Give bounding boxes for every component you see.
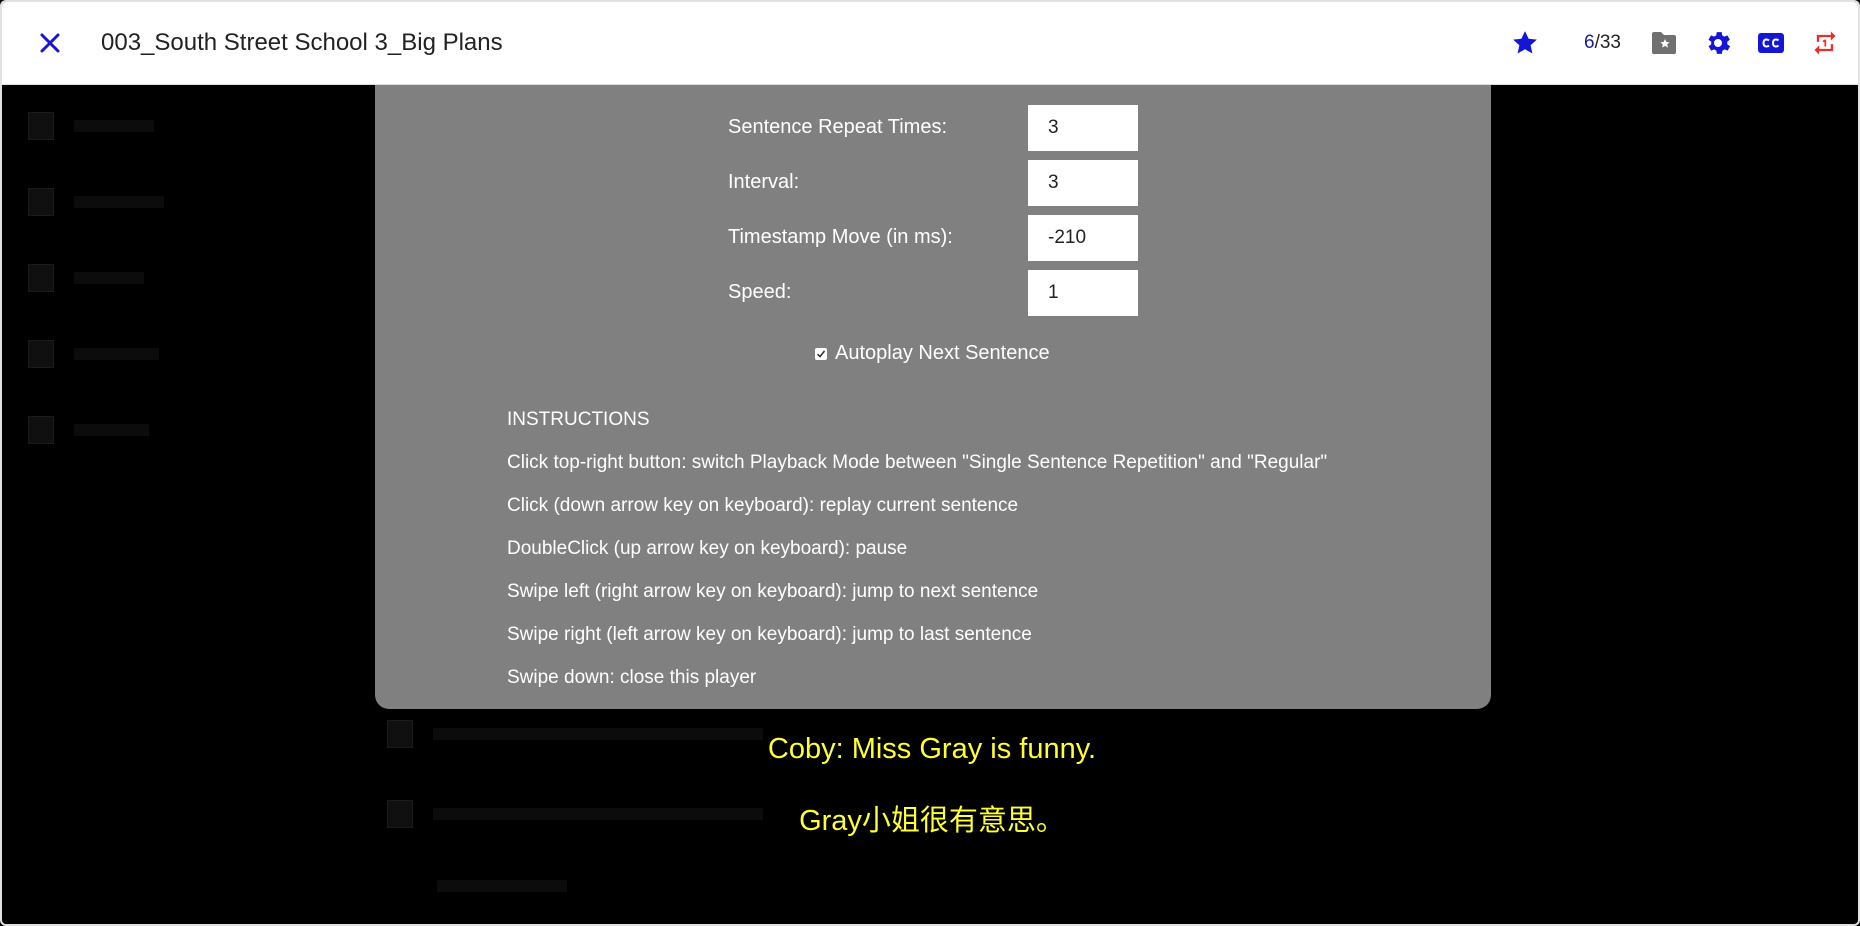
- checkmark-icon: [816, 349, 826, 358]
- settings-button[interactable]: [1701, 26, 1735, 60]
- repeat-times-input[interactable]: [1028, 105, 1138, 151]
- interval-label: Interval:: [728, 171, 800, 193]
- interval-input[interactable]: [1028, 160, 1138, 206]
- close-icon: [40, 33, 60, 53]
- autoplay-toggle[interactable]: Autoplay Next Sentence: [815, 342, 1050, 365]
- top-bar: 003_South Street School 3_Big Plans 6/33: [2, 2, 1858, 85]
- close-button[interactable]: [34, 26, 66, 60]
- lesson-title: 003_South Street School 3_Big Plans: [101, 29, 503, 56]
- subtitles-button[interactable]: [1754, 26, 1788, 60]
- folder-star-icon: [1652, 32, 1676, 54]
- instruction-line: Swipe down: close this player: [507, 667, 757, 688]
- instruction-line: DoubleClick (up arrow key on keyboard): …: [507, 538, 908, 559]
- star-icon: [1513, 31, 1537, 54]
- instruction-line: Swipe left (right arrow key on keyboard)…: [507, 581, 1039, 602]
- timestamp-move-input[interactable]: [1028, 215, 1138, 261]
- counter-current: 6: [1584, 32, 1595, 53]
- closed-caption-icon: [1758, 33, 1784, 53]
- instruction-line: Click top-right button: switch Playback …: [507, 452, 1328, 473]
- autoplay-checkbox[interactable]: [815, 347, 827, 360]
- speed-label: Speed:: [728, 281, 792, 303]
- playback-mode-button[interactable]: [1808, 26, 1842, 60]
- player-window: 003_South Street School 3_Big Plans 6/33: [0, 0, 1860, 926]
- instructions-heading: INSTRUCTIONS: [507, 409, 650, 430]
- favorite-button[interactable]: [1508, 26, 1542, 60]
- instruction-line: Swipe right (left arrow key on keyboard)…: [507, 624, 1032, 645]
- repeat-times-label: Sentence Repeat Times:: [728, 116, 948, 138]
- repeat-one-icon: [1814, 31, 1836, 55]
- gear-icon: [1708, 32, 1731, 54]
- speed-input[interactable]: [1028, 270, 1138, 316]
- instruction-line: Click (down arrow key on keyboard): repl…: [507, 495, 1019, 516]
- timestamp-move-label: Timestamp Move (in ms):: [728, 226, 953, 248]
- folder-button[interactable]: [1647, 26, 1681, 60]
- autoplay-label: Autoplay Next Sentence: [835, 342, 1050, 364]
- counter-total: /33: [1594, 32, 1621, 53]
- sentence-counter: 6/33: [1584, 32, 1621, 54]
- subtitle-chinese: Gray小姐很有意思。: [799, 805, 1065, 837]
- settings-panel: Sentence Repeat Times: Interval: Timesta…: [375, 85, 1491, 709]
- subtitle-english: Coby: Miss Gray is funny.: [767, 733, 1097, 765]
